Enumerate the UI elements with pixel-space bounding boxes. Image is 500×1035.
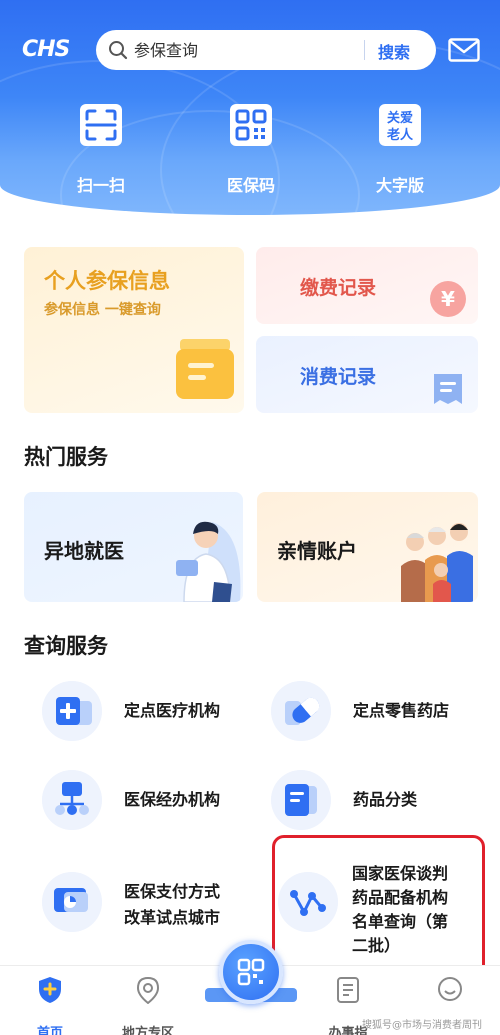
remote-medical-label: 异地就医 xyxy=(44,539,124,563)
search-bar[interactable]: 搜索 xyxy=(96,30,436,70)
elderly-icon-text-1: 关爱 xyxy=(387,110,413,126)
elderly-icon-text-2: 老人 xyxy=(386,127,414,143)
nav-local-zone-label: 地方专区 xyxy=(121,1026,174,1035)
hot-services-title: 热门服务 xyxy=(24,445,108,469)
insurance-agency-label: 医保经办机构 xyxy=(124,790,221,809)
folder-icon xyxy=(176,339,234,399)
drug-category-label: 药品分类 xyxy=(353,790,418,809)
nav-local-zone[interactable]: 地方专区 xyxy=(108,976,188,1035)
chs-logo: CHS xyxy=(22,37,70,62)
elderly-mode-icon: 关爱 老人 xyxy=(379,104,421,146)
hospital-plus-icon xyxy=(42,681,102,741)
payment-record-title: 缴费记录 xyxy=(300,277,377,299)
designated-pharmacy-item[interactable]: 定点零售药店 xyxy=(271,681,481,743)
spending-record-card[interactable]: 消费记录 xyxy=(256,336,478,413)
insurance-code-label: 医保码 xyxy=(226,176,275,195)
personal-insurance-subtitle: 参保信息 一键查询 xyxy=(44,302,161,318)
large-font-action[interactable]: 关爱 老人 大字版 xyxy=(350,102,450,196)
doctor-illustration xyxy=(176,521,241,602)
search-button[interactable]: 搜索 xyxy=(378,39,410,63)
personal-insurance-card[interactable]: 个人参保信息 参保信息 一键查询 xyxy=(24,247,244,413)
payment-reform-pilot-item[interactable]: 医保支付方式 改革试点城市 xyxy=(42,872,262,938)
app-header: CHS 搜索 扫一扫 医保码 xyxy=(0,0,500,215)
insurance-agency-item[interactable]: 医保经办机构 xyxy=(42,770,252,832)
payment-reform-pilot-label-line1: 医保支付方式 xyxy=(124,882,221,901)
personal-insurance-title: 个人参保信息 xyxy=(44,269,170,293)
watermark-text: 搜狐号@市场与消费者周刊 xyxy=(362,1020,482,1031)
family-account-card[interactable]: 亲情账户 xyxy=(257,492,478,602)
remote-medical-card[interactable]: 异地就医 xyxy=(24,492,243,602)
receipt-icon xyxy=(434,374,462,404)
pie-chart-icon xyxy=(42,872,102,932)
qr-code-icon xyxy=(230,104,272,146)
query-services-title: 查询服务 xyxy=(24,634,108,658)
search-divider xyxy=(364,40,365,60)
designated-pharmacy-label: 定点零售药店 xyxy=(353,701,450,720)
guide-doc-icon xyxy=(337,977,359,1003)
home-shield-icon xyxy=(39,977,61,1003)
svg-text:¥: ¥ xyxy=(441,287,455,311)
nav-home[interactable]: 首页 xyxy=(10,976,90,1035)
scan-action[interactable]: 扫一扫 xyxy=(51,102,151,196)
center-qr-button[interactable] xyxy=(219,940,283,1004)
spending-record-title: 消费记录 xyxy=(300,366,377,388)
family-illustration xyxy=(401,523,473,602)
designated-medical-institution-item[interactable]: 定点医疗机构 xyxy=(42,681,252,743)
yen-coin-icon: ¥ xyxy=(430,281,466,317)
qr-code-icon xyxy=(237,958,265,986)
large-font-label: 大字版 xyxy=(375,176,424,195)
insurance-code-action[interactable]: 医保码 xyxy=(201,102,301,196)
designated-medical-institution-label: 定点医疗机构 xyxy=(124,701,221,720)
org-chart-icon xyxy=(42,770,102,830)
family-account-label: 亲情账户 xyxy=(277,539,357,563)
nav-home-label: 首页 xyxy=(36,1026,63,1035)
profile-icon xyxy=(438,977,462,1001)
drug-category-item[interactable]: 药品分类 xyxy=(271,770,481,832)
document-icon xyxy=(271,770,331,830)
search-icon xyxy=(109,41,128,60)
mail-icon[interactable] xyxy=(448,38,480,62)
scan-icon xyxy=(80,104,122,146)
search-input[interactable] xyxy=(134,38,354,62)
payment-reform-pilot-label-line2: 改革试点城市 xyxy=(124,908,221,927)
location-pin-icon xyxy=(136,976,160,1005)
scan-label: 扫一扫 xyxy=(76,176,125,195)
payment-record-card[interactable]: 缴费记录 ¥ xyxy=(256,247,478,324)
pill-icon xyxy=(271,681,331,741)
